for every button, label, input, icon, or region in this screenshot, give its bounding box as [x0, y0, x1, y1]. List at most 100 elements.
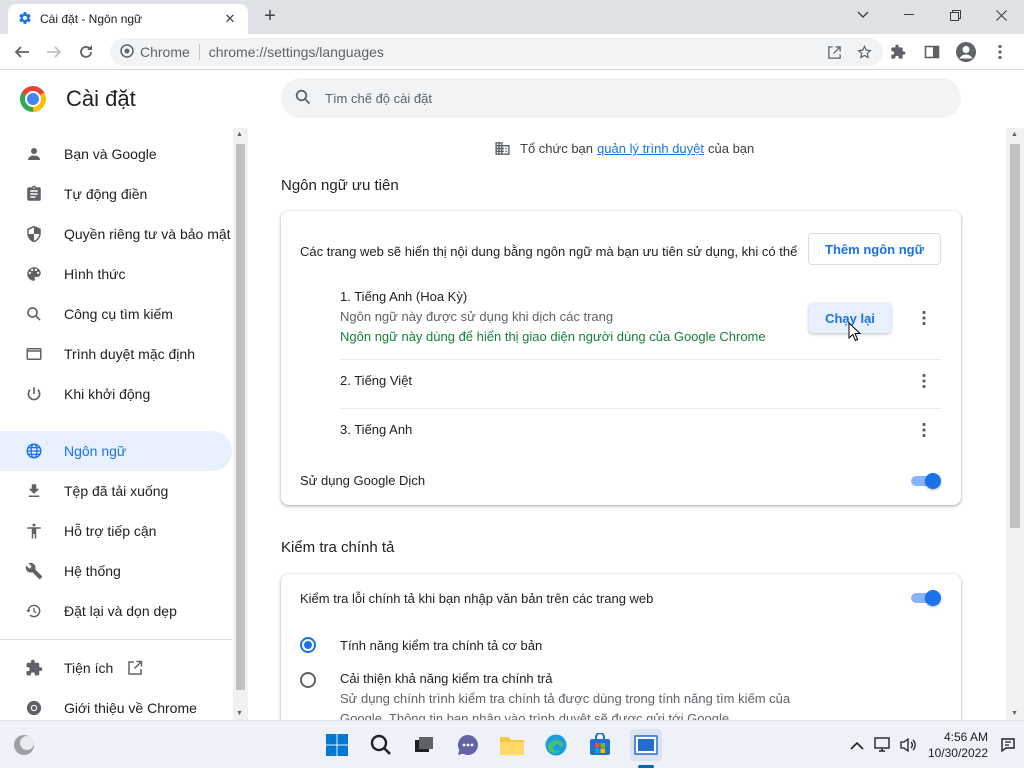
- close-window-button[interactable]: [978, 0, 1024, 30]
- google-translate-toggle[interactable]: [909, 473, 941, 489]
- search-icon: [295, 89, 311, 108]
- clipboard-icon: [24, 184, 44, 204]
- spellcheck-toggle-label: Kiểm tra lỗi chính tả khi bạn nhập văn b…: [300, 591, 654, 606]
- language-name: 2. Tiếng Việt: [340, 373, 413, 388]
- basic-spellcheck-option[interactable]: Tính năng kiểm tra chính tả cơ bản: [300, 637, 942, 653]
- main-scroll-thumb[interactable]: [1010, 144, 1020, 528]
- close-tab-icon[interactable]: ✕: [222, 11, 238, 27]
- omnibox-separator: [198, 44, 200, 60]
- language-menu-kebab-icon[interactable]: [912, 306, 936, 330]
- language-menu-kebab-icon[interactable]: [912, 418, 936, 442]
- sidebar-scrollbar[interactable]: ▲ ▼: [233, 128, 248, 720]
- search-input[interactable]: [325, 90, 925, 106]
- sidebar-item-label: Ngôn ngữ: [64, 443, 127, 459]
- sidebar-item-you-and-google[interactable]: Bạn và Google: [0, 134, 232, 174]
- active-app-icon[interactable]: [630, 729, 662, 761]
- sidebar-item-about-chrome[interactable]: Giới thiệu về Chrome: [0, 688, 232, 720]
- enhanced-spellcheck-option[interactable]: Cải thiện khả năng kiểm tra chính trả Sử…: [300, 671, 942, 720]
- sidebar-item-label: Trình duyệt mặc định: [64, 346, 195, 362]
- extensions-icon[interactable]: [882, 36, 914, 68]
- sidebar-item-downloads[interactable]: Tệp đã tải xuống: [0, 471, 232, 511]
- taskbar-clock[interactable]: 4:56 AM 10/30/2022: [928, 729, 988, 761]
- menu-kebab-icon[interactable]: [984, 36, 1016, 68]
- windows-taskbar: 4:56 AM 10/30/2022: [0, 720, 1024, 768]
- notifications-icon[interactable]: [1000, 737, 1016, 753]
- sidebar-item-privacy[interactable]: Quyền riêng tư và bảo mật: [0, 214, 232, 254]
- volume-icon[interactable]: [900, 737, 918, 753]
- sidebar-item-reset[interactable]: Đặt lại và dọn dẹp: [0, 591, 232, 631]
- sidebar-item-label: Giới thiệu về Chrome: [64, 700, 197, 716]
- address-bar[interactable]: Chrome chrome://settings/languages: [110, 38, 883, 66]
- sidebar-item-label: Tiện ích: [64, 660, 114, 676]
- sidebar-item-accessibility[interactable]: Hỗ trợ tiếp cận: [0, 511, 232, 551]
- restore-button[interactable]: [932, 0, 978, 30]
- open-external-icon: [127, 660, 143, 676]
- language-name: 1. Tiếng Anh (Hoa Kỳ): [340, 289, 468, 304]
- enhanced-spellcheck-desc-1: Sử dụng chính trình kiểm tra chính tả đư…: [340, 691, 791, 706]
- settings-main: Tổ chức bạn quản lý trình duyệt của bạn …: [248, 128, 1006, 720]
- windows-start-icon[interactable]: [323, 731, 351, 759]
- reload-button[interactable]: [70, 36, 102, 68]
- sidebar-item-languages[interactable]: Ngôn ngữ: [0, 431, 232, 471]
- omnibox-chip: Chrome: [140, 44, 190, 60]
- browser-icon: [24, 344, 44, 364]
- manage-browser-link[interactable]: quản lý trình duyệt: [597, 141, 704, 156]
- tab-title: Cài đặt - Ngôn ngữ: [40, 12, 143, 26]
- browser-toolbar: Chrome chrome://settings/languages: [0, 34, 1024, 70]
- clock-time: 4:56 AM: [943, 730, 988, 744]
- forward-button[interactable]: [38, 36, 70, 68]
- share-icon[interactable]: [823, 41, 845, 63]
- profile-avatar-icon[interactable]: [950, 36, 982, 68]
- weather-widget-icon[interactable]: [10, 731, 38, 759]
- spellcheck-toggle[interactable]: [909, 590, 941, 606]
- managed-suffix: của bạn: [708, 141, 755, 156]
- sidebar-item-system[interactable]: Hệ thống: [0, 551, 232, 591]
- puzzle-icon: [24, 658, 44, 678]
- sidebar-item-label: Hỗ trợ tiếp cận: [64, 523, 157, 539]
- sidebar-item-on-startup[interactable]: Khi khởi động: [0, 374, 232, 414]
- basic-spellcheck-label: Tính năng kiểm tra chính tả cơ bản: [340, 637, 543, 653]
- language-item-2: 2. Tiếng Việt: [340, 373, 942, 409]
- sidebar-item-default-browser[interactable]: Trình duyệt mặc định: [0, 334, 232, 374]
- settings-sidebar: Bạn và Google Tự động điền Quyền riêng t…: [0, 128, 232, 720]
- tab-settings[interactable]: Cài đặt - Ngôn ngữ ✕: [8, 4, 248, 34]
- gear-icon: [18, 11, 32, 28]
- sidebar-item-label: Công cụ tìm kiếm: [64, 306, 173, 322]
- sidebar-scroll-thumb[interactable]: [236, 144, 245, 690]
- translate-row-label: Sử dụng Google Dịch: [300, 473, 426, 488]
- search-icon: [24, 304, 44, 324]
- enhanced-spellcheck-radio[interactable]: [300, 672, 316, 688]
- new-tab-button[interactable]: +: [258, 5, 282, 29]
- tray-overflow-chevron-icon[interactable]: [850, 741, 864, 750]
- store-icon[interactable]: [586, 731, 614, 759]
- file-explorer-icon[interactable]: [498, 731, 526, 759]
- chat-icon[interactable]: [454, 731, 482, 759]
- edge-browser-icon[interactable]: [542, 731, 570, 759]
- languages-card: Các trang web sẽ hiển thị nội dung bằng …: [281, 211, 961, 505]
- add-language-button[interactable]: Thêm ngôn ngữ: [808, 233, 941, 265]
- sidebar-item-autofill[interactable]: Tự động điền: [0, 174, 232, 214]
- minimize-button[interactable]: [886, 0, 932, 30]
- spellcheck-section-title: Kiểm tra chính tả: [281, 539, 395, 556]
- palette-icon: [24, 264, 44, 284]
- taskbar-search-icon[interactable]: [367, 731, 395, 759]
- accessibility-icon: [24, 521, 44, 541]
- sidebar-divider: [0, 639, 232, 640]
- sidebar-item-appearance[interactable]: Hình thức: [0, 254, 232, 294]
- language-menu-kebab-icon[interactable]: [912, 369, 936, 393]
- main-scrollbar[interactable]: ▲ ▼: [1006, 128, 1024, 720]
- task-view-icon[interactable]: [410, 731, 438, 759]
- back-button[interactable]: [6, 36, 38, 68]
- side-panel-icon[interactable]: [916, 36, 948, 68]
- network-icon[interactable]: [874, 737, 892, 753]
- sidebar-item-label: Hình thức: [64, 266, 126, 282]
- tab-search-icon[interactable]: [840, 0, 886, 30]
- wrench-icon: [24, 561, 44, 581]
- sidebar-item-extensions[interactable]: Tiện ích: [0, 648, 232, 688]
- sidebar-item-search-engine[interactable]: Công cụ tìm kiếm: [0, 294, 232, 334]
- bookmark-star-icon[interactable]: [853, 41, 875, 63]
- managed-prefix: Tổ chức bạn: [520, 141, 594, 156]
- settings-search[interactable]: [281, 78, 961, 118]
- basic-spellcheck-radio[interactable]: [300, 637, 316, 653]
- sidebar-item-label: Tệp đã tải xuống: [64, 483, 169, 499]
